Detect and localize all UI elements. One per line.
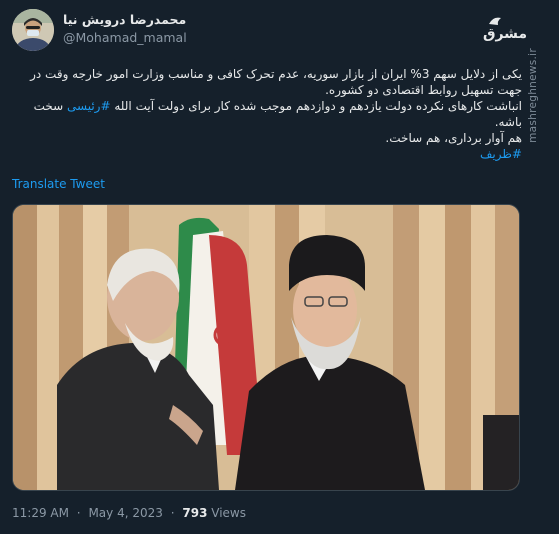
author-info[interactable]: محمدرضا درویش نیا @Mohamad_mamal <box>63 11 187 46</box>
mashregh-logo-text: مشرق <box>483 26 527 42</box>
tweet-line-1: یکی از دلایل سهم 3% ایران از بازار سوریه… <box>30 67 522 81</box>
watermark: mashreghnews.ir <box>527 48 539 143</box>
translate-tweet-link[interactable]: Translate Tweet <box>12 177 105 191</box>
meta-separator-2: · <box>170 506 175 520</box>
meta-separator: · <box>76 506 81 520</box>
mashregh-logo: مشرق <box>483 12 527 46</box>
hashtag-zarif-link[interactable]: #ظریف <box>12 146 522 162</box>
tweet-line-3: انباشت کارهای نکرده دولت یازدهم و دوازده… <box>12 98 522 114</box>
tweet-card: محمدرضا درویش نیا @Mohamad_mamal مشرق ma… <box>0 0 559 534</box>
tweet-line-5: هم آوار برداری، هم ساخت. <box>385 131 522 145</box>
tweet-line-3-text-after: سخت <box>33 99 68 113</box>
tweet-line-4: باشه. <box>494 115 522 129</box>
photo-image <box>13 205 519 490</box>
author-handle[interactable]: @Mohamad_mamal <box>63 29 187 46</box>
hashtag-raisi-link[interactable]: #رئیسی <box>67 99 111 113</box>
tweet-line-2: جهت تسهیل روابط اقتصادی دو کشوره. <box>325 83 522 97</box>
author-avatar[interactable] <box>12 9 54 51</box>
tweet-date[interactable]: May 4, 2023 <box>88 506 162 520</box>
views-count: 793 <box>182 506 208 520</box>
views-label: Views <box>211 506 246 520</box>
tweet-line-3-text-before: انباشت کارهای نکرده دولت یازدهم و دوازده… <box>110 99 522 113</box>
tweet-time[interactable]: 11:29 AM <box>12 506 69 520</box>
tweet-text: یکی از دلایل سهم 3% ایران از بازار سوریه… <box>12 66 522 162</box>
tweet-meta: 11:29 AM · May 4, 2023 · 793 Views <box>12 506 246 520</box>
author-display-name[interactable]: محمدرضا درویش نیا <box>63 11 187 28</box>
avatar-image <box>12 9 54 51</box>
tweet-photo[interactable] <box>12 204 520 491</box>
